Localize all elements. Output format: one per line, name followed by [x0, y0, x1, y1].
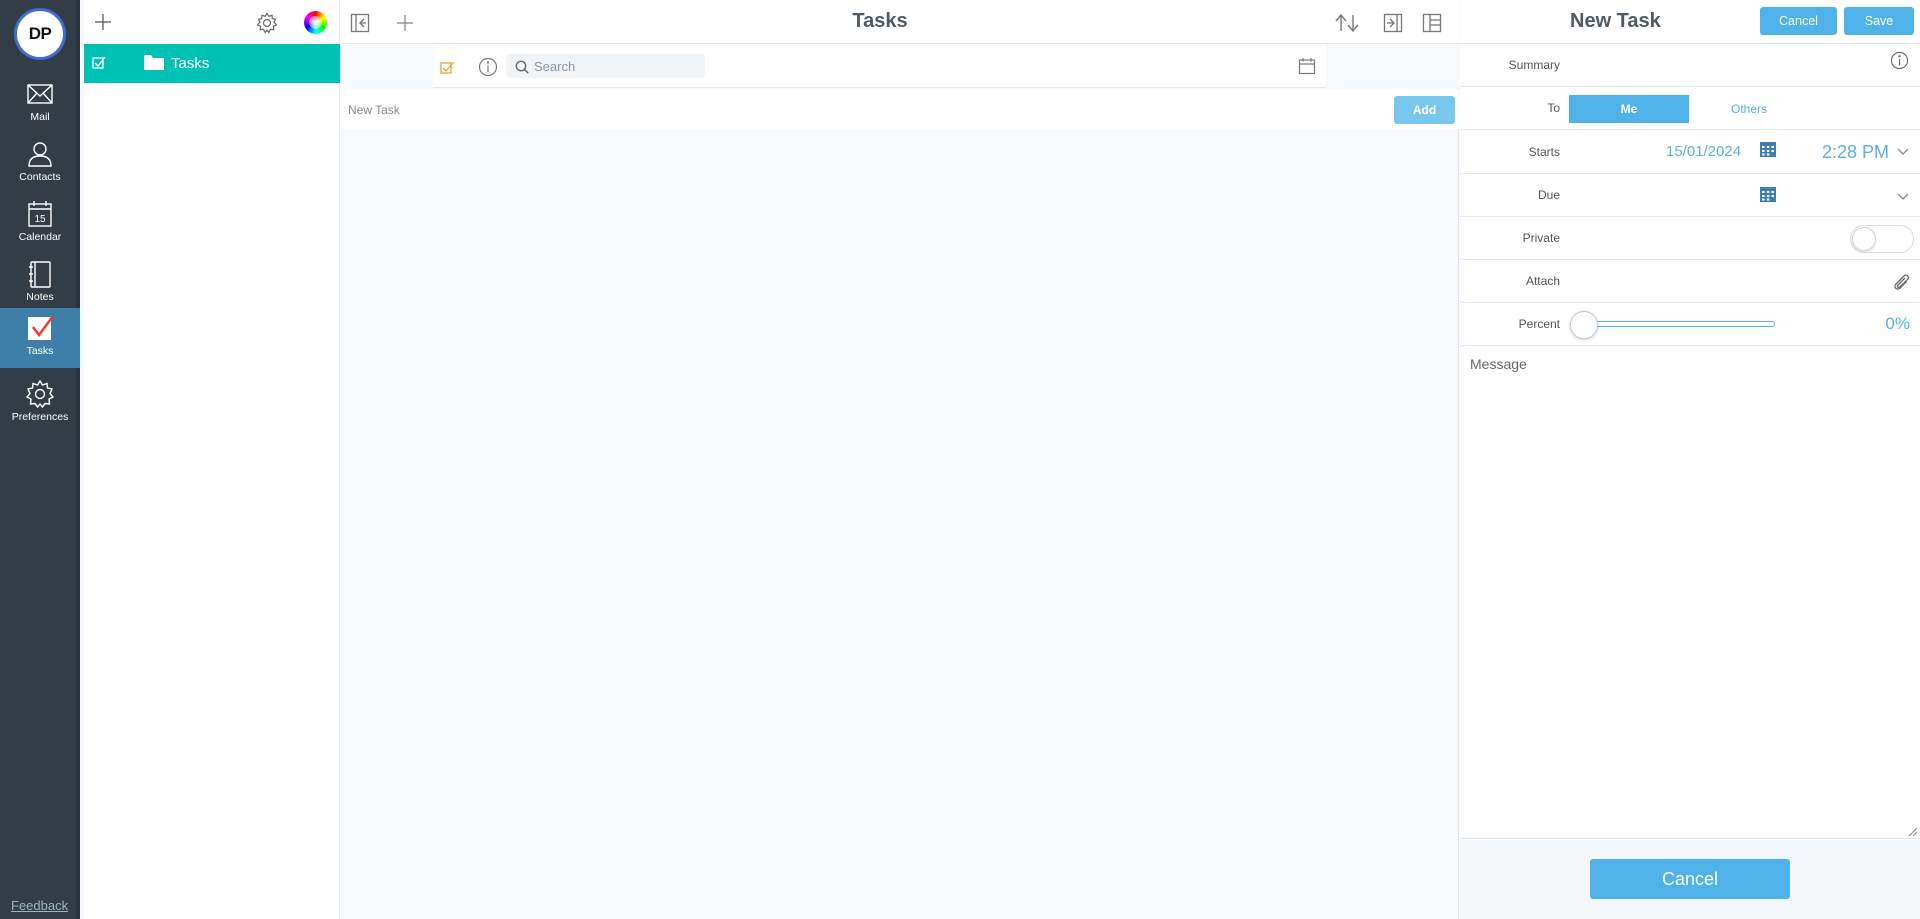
nav-notes[interactable]: Notes: [0, 254, 80, 312]
form-title: New Task: [1570, 10, 1661, 32]
starts-row: Starts 15/01/2024 2:28 PM: [1460, 131, 1920, 174]
percent-label: Percent: [1518, 317, 1560, 331]
form-footer: Cancel: [1460, 840, 1920, 919]
page-title: Tasks: [852, 10, 908, 32]
due-date-input[interactable]: [1570, 182, 1750, 208]
mail-icon: [27, 84, 53, 104]
avatar[interactable]: DP: [14, 8, 66, 60]
expand-right-icon[interactable]: [1383, 13, 1403, 33]
center-toolbar: Tasks: [340, 0, 1459, 44]
toggle-knob: [1852, 227, 1876, 251]
message-textarea[interactable]: [1460, 347, 1920, 839]
private-label: Private: [1522, 231, 1560, 245]
percent-slider-handle[interactable]: [1570, 311, 1598, 339]
plus-icon[interactable]: [94, 13, 112, 31]
to-label: To: [1547, 101, 1560, 115]
search-box: [506, 54, 705, 78]
cancel-button[interactable]: Cancel: [1760, 7, 1837, 35]
folder-icon: [144, 55, 164, 70]
layout-columns-icon[interactable]: [1422, 13, 1442, 33]
to-option-me[interactable]: Me: [1569, 95, 1689, 123]
nav-label: Contacts: [19, 171, 61, 183]
paperclip-icon[interactable]: [1892, 272, 1910, 292]
notebook-icon: [29, 261, 51, 288]
color-wheel-icon[interactable]: [304, 11, 327, 34]
percent-slider-track[interactable]: [1570, 321, 1775, 327]
tasks-check-icon: [28, 315, 55, 340]
nav-label: Preferences: [11, 411, 69, 423]
percent-row: Percent 0%: [1460, 303, 1920, 346]
add-button[interactable]: Add: [1394, 96, 1455, 124]
folder-toolbar: [84, 0, 339, 44]
folder-item-tasks[interactable]: Tasks: [84, 44, 340, 83]
calendar-icon[interactable]: [1298, 57, 1316, 75]
starts-label: Starts: [1528, 145, 1560, 159]
task-list-panel: Tasks Add: [340, 0, 1459, 919]
search-input[interactable]: [534, 56, 699, 76]
due-label: Due: [1537, 188, 1560, 202]
nav-label: Tasks: [26, 345, 54, 357]
nav-mail[interactable]: Mail: [0, 74, 80, 132]
calendar-grid-icon[interactable]: [1760, 142, 1776, 157]
attach-label: Attach: [1525, 274, 1560, 288]
calendar-grid-icon[interactable]: [1760, 187, 1776, 202]
percent-value: 0%: [1885, 314, 1910, 333]
nav-label: Notes: [26, 291, 54, 303]
to-row: To Me Others: [1460, 87, 1920, 130]
resize-grip-icon[interactable]: [1908, 827, 1918, 837]
nav-preferences[interactable]: Preferences: [0, 374, 80, 432]
feedback-link[interactable]: Feedback: [11, 898, 68, 913]
footer-cancel-button[interactable]: Cancel: [1590, 859, 1790, 899]
info-icon[interactable]: [478, 57, 498, 77]
nav-label: Mail: [30, 111, 50, 123]
info-icon[interactable]: [1890, 51, 1909, 70]
due-row: Due: [1460, 174, 1920, 217]
summary-label: Summary: [1508, 58, 1560, 72]
nav-tasks[interactable]: Tasks: [0, 308, 80, 368]
starts-date[interactable]: 15/01/2024: [1666, 143, 1741, 160]
nav-rail: DP Mail Contacts 15 Calendar Notes Tasks…: [0, 0, 80, 919]
new-task-row: Add: [340, 89, 1459, 129]
search-icon: [515, 60, 529, 74]
folder-name: Tasks: [171, 55, 210, 72]
nav-calendar[interactable]: 15 Calendar: [0, 194, 80, 252]
attach-row: Attach: [1460, 260, 1920, 303]
filter-bar: [340, 44, 1459, 88]
gear-icon[interactable]: [256, 12, 278, 34]
new-task-form: New Task Cancel Save Summary To Me Other…: [1460, 0, 1920, 919]
checkbox-icon[interactable]: [92, 56, 106, 70]
checkbox-icon[interactable]: [440, 60, 455, 75]
new-task-input[interactable]: [348, 100, 1148, 120]
nav-label: Calendar: [18, 231, 62, 243]
gear-icon: [25, 379, 55, 409]
folder-panel: Tasks: [84, 0, 340, 919]
nav-contacts[interactable]: Contacts: [0, 134, 80, 192]
save-button[interactable]: Save: [1844, 7, 1914, 35]
svg-text:15: 15: [34, 214, 46, 225]
summary-input[interactable]: [1570, 52, 1870, 78]
private-row: Private: [1460, 217, 1920, 260]
sort-icon[interactable]: [1334, 13, 1360, 33]
form-header: New Task Cancel Save: [1460, 0, 1920, 44]
summary-row: Summary: [1460, 44, 1920, 87]
to-option-others[interactable]: Others: [1689, 95, 1809, 123]
chevron-down-icon[interactable]: [1897, 148, 1909, 156]
to-segmented-control: Me Others: [1569, 95, 1809, 123]
chevron-down-icon[interactable]: [1897, 193, 1909, 201]
private-toggle[interactable]: [1850, 225, 1914, 253]
person-icon: [28, 142, 52, 167]
calendar-icon: 15: [28, 201, 52, 227]
starts-time[interactable]: 2:28 PM: [1822, 142, 1889, 163]
